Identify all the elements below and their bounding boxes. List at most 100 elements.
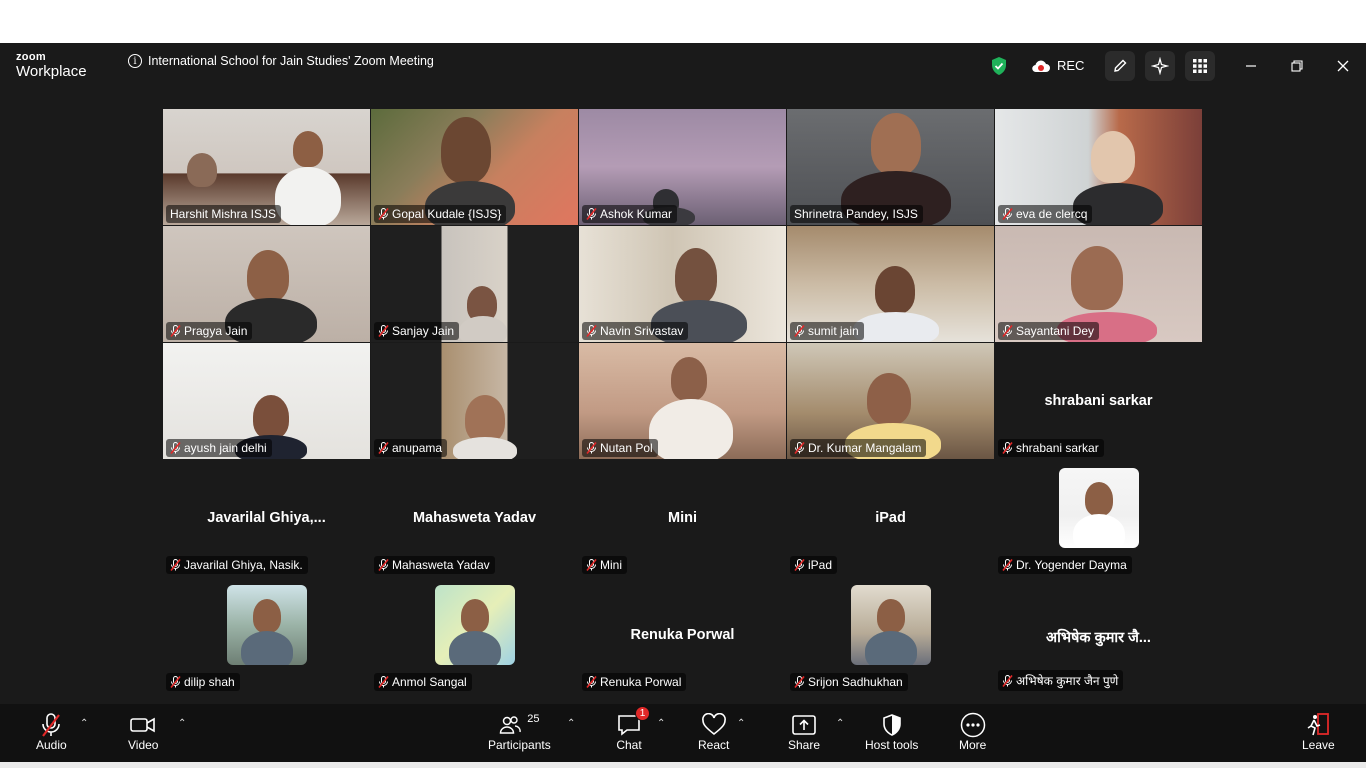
info-icon[interactable]: i bbox=[128, 54, 142, 68]
video-person-shape bbox=[253, 395, 289, 439]
close-icon[interactable] bbox=[1328, 51, 1358, 81]
video-button[interactable]: Video bbox=[128, 712, 158, 752]
microphone-muted-icon bbox=[586, 324, 597, 338]
video-options-chevron-icon[interactable]: ⌃ bbox=[178, 718, 186, 729]
title-bar: zoom Workplace i International School fo… bbox=[0, 43, 1366, 88]
participant-tile[interactable]: Sanjay Jain bbox=[371, 226, 578, 342]
participant-tile[interactable]: Javarilal Ghiya,... Javarilal Ghiya, Nasi… bbox=[163, 460, 370, 576]
profile-person-shape bbox=[449, 631, 501, 665]
share-screen-icon bbox=[791, 712, 817, 738]
participant-name: iPad bbox=[808, 558, 833, 572]
participant-name: Sanjay Jain bbox=[392, 324, 455, 338]
participant-name: अभिषेक कुमार जैन पुणे bbox=[1016, 674, 1119, 688]
host-tools-shield-icon bbox=[881, 712, 903, 738]
microphone-muted-icon bbox=[586, 207, 597, 221]
profile-person-shape bbox=[1073, 514, 1125, 548]
participant-tile[interactable]: shrabani sarkar shrabani sarkar bbox=[995, 343, 1202, 459]
participant-name: Ashok Kumar bbox=[600, 207, 673, 221]
security-shield-icon[interactable] bbox=[984, 51, 1014, 81]
participant-name-label: shrabani sarkar bbox=[998, 439, 1104, 457]
more-button[interactable]: More bbox=[959, 712, 986, 752]
profile-picture bbox=[851, 585, 931, 665]
screen-bottom-margin bbox=[0, 762, 1366, 768]
participant-name: Sayantani Dey bbox=[1016, 324, 1095, 338]
participant-name: Pragya Jain bbox=[184, 324, 248, 338]
video-person-shape bbox=[247, 250, 289, 302]
participant-display-name: Javarilal Ghiya,... bbox=[207, 510, 326, 526]
participant-tile[interactable]: Shrinetra Pandey, ISJS bbox=[787, 109, 994, 225]
share-options-chevron-icon[interactable]: ⌃ bbox=[836, 718, 844, 729]
participant-tile[interactable]: Navin Srivastav bbox=[579, 226, 786, 342]
video-person-shape bbox=[867, 373, 911, 425]
participant-tile[interactable]: iPad iPad bbox=[787, 460, 994, 576]
profile-picture bbox=[227, 585, 307, 665]
microphone-muted-icon bbox=[170, 675, 181, 689]
participant-tile[interactable]: dilip shah bbox=[163, 577, 370, 693]
participant-tile[interactable]: Dr. Yogender Dayma bbox=[995, 460, 1202, 576]
meeting-controls: Audio ⌃ Video ⌃ 25 Participants ⌃ 1 Chat… bbox=[0, 704, 1366, 762]
participant-name-label: Mini bbox=[582, 556, 628, 574]
ai-companion-sparkle-icon[interactable] bbox=[1145, 50, 1175, 81]
participant-tile[interactable]: अभिषेक कुमार जै... अभिषेक कुमार जैन पुणे bbox=[995, 577, 1202, 693]
microphone-muted-icon bbox=[794, 558, 805, 572]
recording-indicator[interactable]: REC bbox=[1031, 43, 1084, 88]
host-tools-label: Host tools bbox=[865, 738, 919, 752]
participants-options-chevron-icon[interactable]: ⌃ bbox=[567, 718, 575, 729]
participant-tile[interactable]: Mini Mini bbox=[579, 460, 786, 576]
participant-name-label: anupama bbox=[374, 439, 448, 457]
participant-name-label: eva de clercq bbox=[998, 205, 1093, 223]
participant-name: Dr. Kumar Mangalam bbox=[808, 441, 922, 455]
participant-tile[interactable]: Nutan Pol bbox=[579, 343, 786, 459]
chat-options-chevron-icon[interactable]: ⌃ bbox=[657, 718, 665, 729]
annotate-pencil-icon[interactable] bbox=[1105, 50, 1135, 81]
participant-tile[interactable]: Gopal Kudale {ISJS} bbox=[371, 109, 578, 225]
react-button[interactable]: React bbox=[698, 712, 729, 752]
video-person-shape bbox=[853, 312, 939, 342]
participant-tile[interactable]: Harshit Mishra ISJS bbox=[163, 109, 370, 225]
share-button[interactable]: Share bbox=[788, 712, 820, 752]
participant-tile[interactable]: anupama bbox=[371, 343, 578, 459]
meeting-info[interactable]: i International School for Jain Studies'… bbox=[128, 54, 434, 68]
audio-options-chevron-icon[interactable]: ⌃ bbox=[80, 718, 88, 729]
participant-tile[interactable]: Dr. Kumar Mangalam bbox=[787, 343, 994, 459]
host-tools-button[interactable]: Host tools bbox=[865, 712, 918, 752]
leave-button[interactable]: Leave bbox=[1302, 712, 1335, 752]
profile-picture bbox=[1059, 468, 1139, 548]
microphone-muted-icon bbox=[170, 558, 181, 572]
participant-tile[interactable]: Mahasweta Yadav Mahasweta Yadav bbox=[371, 460, 578, 576]
participant-name: Shrinetra Pandey, ISJS bbox=[794, 207, 918, 221]
participant-tile[interactable]: Sayantani Dey bbox=[995, 226, 1202, 342]
participant-name-label: Ashok Kumar bbox=[582, 205, 678, 223]
microphone-muted-icon bbox=[170, 441, 181, 455]
microphone-muted-icon bbox=[378, 207, 389, 221]
audio-button[interactable]: Audio bbox=[36, 712, 67, 752]
apps-grid-icon[interactable] bbox=[1185, 50, 1215, 81]
participant-tile[interactable]: eva de clercq bbox=[995, 109, 1202, 225]
participant-name: Navin Srivastav bbox=[600, 324, 684, 338]
participant-name-label: dilip shah bbox=[166, 673, 240, 691]
chat-button[interactable]: 1 Chat bbox=[616, 706, 650, 752]
profile-person-shape bbox=[253, 599, 281, 633]
heart-icon bbox=[701, 712, 727, 738]
participant-tile[interactable]: ayush jain delhi bbox=[163, 343, 370, 459]
participant-name-label: Navin Srivastav bbox=[582, 322, 689, 340]
participant-tile[interactable]: Anmol Sangal bbox=[371, 577, 578, 693]
brand-small: zoom bbox=[16, 51, 46, 63]
react-options-chevron-icon[interactable]: ⌃ bbox=[737, 718, 745, 729]
microphone-muted-icon bbox=[586, 675, 597, 689]
microphone-muted-icon bbox=[170, 324, 181, 338]
participants-button[interactable]: 25 Participants bbox=[488, 712, 551, 752]
participant-name-label: अभिषेक कुमार जैन पुणे bbox=[998, 670, 1124, 691]
participant-tile[interactable]: Ashok Kumar bbox=[579, 109, 786, 225]
participant-name-label: Renuka Porwal bbox=[582, 673, 687, 691]
leave-label: Leave bbox=[1302, 738, 1335, 752]
participant-tile[interactable]: Srijon Sadhukhan bbox=[787, 577, 994, 693]
restore-icon[interactable] bbox=[1282, 51, 1312, 81]
participant-name: Harshit Mishra ISJS bbox=[170, 207, 277, 221]
minimize-icon[interactable] bbox=[1236, 51, 1266, 81]
profile-person-shape bbox=[461, 599, 489, 633]
participant-tile[interactable]: Renuka Porwal Renuka Porwal bbox=[579, 577, 786, 693]
participant-tile[interactable]: Pragya Jain bbox=[163, 226, 370, 342]
participant-tile[interactable]: sumit jain bbox=[787, 226, 994, 342]
profile-person-shape bbox=[877, 599, 905, 633]
